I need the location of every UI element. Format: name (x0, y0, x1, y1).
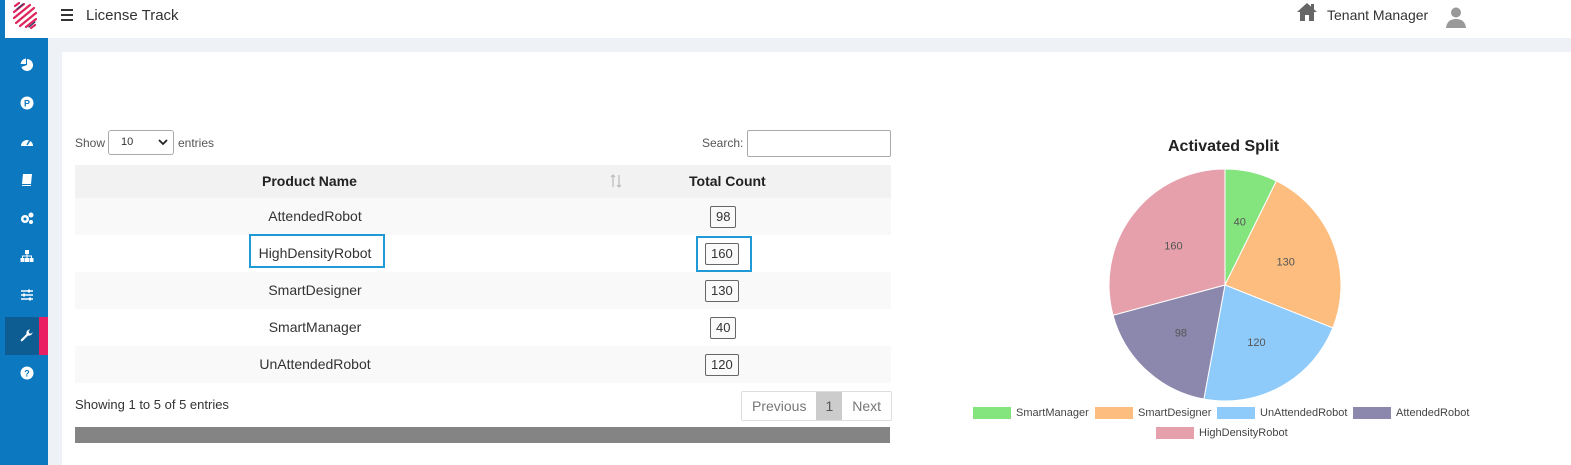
legend-item-unattendedrobot[interactable]: UnAttendedRobot (1217, 407, 1347, 419)
entries-select-value: 10 (121, 136, 134, 148)
sidebar-item-book[interactable] (5, 161, 48, 199)
previous-page-button[interactable]: Previous (742, 392, 816, 420)
legend-swatch (1156, 427, 1194, 439)
book-icon (21, 174, 32, 186)
pagination: Previous 1 Next (741, 391, 893, 421)
slice-value-label: 40 (1234, 217, 1246, 229)
sidebar-item-tools[interactable] (5, 317, 48, 355)
chevron-down-icon (158, 139, 168, 146)
legend-label: SmartManager (1016, 407, 1089, 419)
legend-item-smartmanager[interactable]: SmartManager (973, 407, 1089, 419)
slice-value-label: 160 (1164, 241, 1182, 253)
app-title: License Track (86, 7, 179, 24)
logo-icon (12, 2, 38, 30)
tenant-manager-link[interactable]: Tenant Manager (1327, 7, 1428, 23)
slice-value-label: 120 (1247, 337, 1265, 349)
highlight-box-name (249, 234, 385, 268)
sidebar-item-filters[interactable] (5, 276, 48, 314)
table-row: SmartManager 40 (75, 309, 891, 346)
sidebar-item-settings[interactable] (5, 199, 48, 237)
legend-item-smartdesigner[interactable]: SmartDesigner (1095, 407, 1211, 419)
home-icon[interactable] (1296, 2, 1318, 22)
product-name-cell: UnAttendedRobot (259, 356, 371, 372)
sidebar-item-help[interactable]: ? (5, 354, 48, 392)
show-label: Show (75, 136, 106, 150)
sidebar: P ? (5, 38, 48, 465)
pie-chart-icon (20, 58, 33, 71)
legend-swatch (1095, 407, 1133, 419)
products-table: Product Name Total Count AttendedRobot 9… (75, 165, 891, 383)
table-header: Product Name Total Count (75, 165, 891, 198)
dashboard-icon (20, 139, 33, 146)
legend-label: SmartDesigner (1138, 407, 1212, 419)
product-name-cell: SmartManager (268, 319, 362, 335)
legend-label: UnAttendedRobot (1260, 407, 1348, 419)
menu-toggle-icon[interactable] (61, 9, 73, 21)
table-row: HighDensityRobot 160 (75, 235, 891, 272)
top-bar: License Track Tenant Manager (0, 0, 1571, 38)
count-badge: 98 (710, 206, 737, 228)
legend-swatch (1353, 407, 1391, 419)
sidebar-item-dashboard[interactable] (5, 123, 48, 161)
table-info: Showing 1 to 5 of 5 entries (75, 397, 229, 412)
parking-icon: P (20, 96, 33, 110)
svg-text:P: P (23, 99, 29, 109)
user-avatar-icon[interactable] (1445, 6, 1467, 28)
cogs-icon (20, 212, 33, 224)
svg-text:?: ? (24, 369, 30, 379)
table-row: UnAttendedRobot 120 (75, 346, 891, 383)
sidebar-item-p[interactable]: P (5, 84, 48, 122)
legend-item-attendedrobot[interactable]: AttendedRobot (1353, 407, 1469, 419)
table-row: SmartDesigner 130 (75, 272, 891, 309)
highlight-box-count (696, 236, 752, 272)
count-badge: 130 (705, 280, 739, 302)
chart-title: Activated Split (1168, 138, 1280, 155)
legend-swatch (1217, 407, 1255, 419)
entries-label: entries (178, 136, 215, 150)
legend-item-highdensityrobot[interactable]: HighDensityRobot (1156, 427, 1288, 439)
sort-icon[interactable] (610, 174, 622, 188)
legend-swatch (973, 407, 1011, 419)
product-name-cell: AttendedRobot (268, 208, 362, 224)
search-input[interactable] (747, 130, 891, 157)
wrench-icon (20, 329, 33, 342)
sliders-icon (20, 289, 33, 301)
slice-value-label: 130 (1276, 257, 1294, 269)
count-badge: 120 (705, 354, 739, 376)
legend-label: HighDensityRobot (1199, 427, 1288, 439)
entries-select[interactable]: 10 (108, 130, 174, 155)
help-icon: ? (20, 366, 33, 380)
sitemap-icon (20, 250, 33, 262)
pie-chart: 40 130 120 98 160 (1108, 168, 1342, 402)
column-header-product-name[interactable]: Product Name (262, 173, 357, 189)
search-label: Search: (702, 136, 744, 150)
page-1-button[interactable]: 1 (816, 392, 843, 420)
table-row: AttendedRobot 98 (75, 198, 891, 235)
next-page-button[interactable]: Next (842, 392, 891, 420)
slice-value-label: 98 (1175, 328, 1187, 340)
product-name-cell: SmartDesigner (268, 282, 362, 298)
sidebar-item-hierarchy[interactable] (5, 237, 48, 275)
count-badge: 40 (710, 317, 737, 339)
legend-label: AttendedRobot (1396, 407, 1470, 419)
column-header-total-count[interactable]: Total Count (689, 173, 766, 189)
sidebar-item-reports[interactable] (5, 46, 48, 84)
horizontal-scrollbar[interactable] (75, 427, 890, 443)
